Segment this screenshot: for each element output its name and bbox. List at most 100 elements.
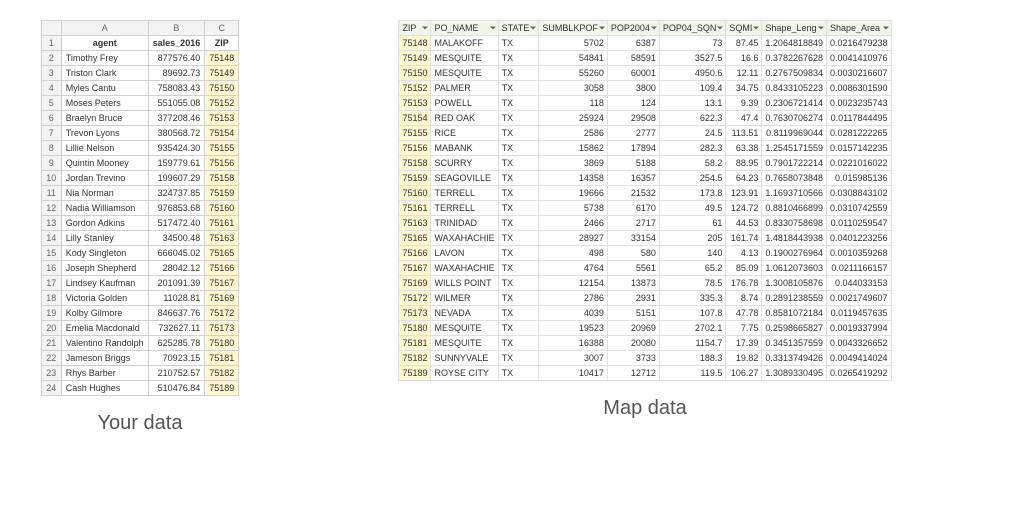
sales-cell: 846637.76	[148, 306, 205, 321]
sales-cell: 324737.85	[148, 186, 205, 201]
column-header[interactable]: SQMI	[726, 21, 762, 36]
pop2004-cell: 16357	[607, 171, 659, 186]
shape-leng-cell: 1.2064818849	[762, 36, 827, 51]
dropdown-icon[interactable]	[490, 27, 496, 30]
zip-cell: 75173	[399, 306, 431, 321]
state-cell: TX	[498, 336, 539, 351]
agent-cell: Triston Clark	[61, 66, 148, 81]
dropdown-icon[interactable]	[753, 27, 759, 30]
shape-area-cell: 0.0086301590	[826, 81, 891, 96]
zip-cell: 75163	[205, 231, 239, 246]
zip-cell: 75161	[399, 201, 431, 216]
sqmi-cell: 88.95	[726, 156, 762, 171]
zip-cell: 75148	[205, 51, 239, 66]
agent-cell: Timothy Frey	[61, 51, 148, 66]
shape-area-cell: 0.0023235743	[826, 96, 891, 111]
column-header[interactable]: POP04_SQN	[659, 21, 726, 36]
dropdown-icon[interactable]	[883, 27, 889, 30]
zip-cell: 75173	[205, 321, 239, 336]
po-name-cell: MALAKOFF	[431, 36, 498, 51]
zip-cell: 75180	[399, 321, 431, 336]
shape-leng-cell: 0.7658073848	[762, 171, 827, 186]
pop2004-cell: 33154	[607, 231, 659, 246]
zip-cell: 75159	[399, 171, 431, 186]
pop04sqn-cell: 2702.1	[659, 321, 726, 336]
state-cell: TX	[498, 306, 539, 321]
dropdown-icon[interactable]	[530, 27, 536, 30]
shape-leng-cell: 0.2306721414	[762, 96, 827, 111]
shape-leng-cell: 1.3089330495	[762, 366, 827, 381]
row-number: 19	[41, 306, 61, 321]
table-row: 17Lindsey Kaufman201091.3975167	[41, 276, 239, 291]
sumblkpof-cell: 12154	[539, 276, 608, 291]
po-name-cell: PALMER	[431, 81, 498, 96]
state-cell: TX	[498, 321, 539, 336]
agent-cell: Kody Singleton	[61, 246, 148, 261]
shape-area-cell: 0.0211166157	[826, 261, 891, 276]
pop04sqn-cell: 109.4	[659, 81, 726, 96]
zip-cell: 75165	[399, 231, 431, 246]
dropdown-icon[interactable]	[651, 27, 657, 30]
sales-cell: 976853.68	[148, 201, 205, 216]
pop04sqn-cell: 622.3	[659, 111, 726, 126]
shape-leng-cell: 0.8810466899	[762, 201, 827, 216]
column-header[interactable]: PO_NAME	[431, 21, 498, 36]
header-agent: agent	[61, 36, 148, 51]
row-number: 24	[41, 381, 61, 396]
pop2004-cell: 58591	[607, 51, 659, 66]
table-row: 75169WILLS POINTTX121541387378.5176.781.…	[399, 276, 891, 291]
zip-cell: 75180	[205, 336, 239, 351]
zip-cell: 75152	[205, 96, 239, 111]
left-caption: Your data	[98, 412, 183, 435]
zip-cell: 75167	[399, 261, 431, 276]
sales-cell: 510476.84	[148, 381, 205, 396]
table-row: 10Jordan Trevino199607.2975158	[41, 171, 239, 186]
zip-cell: 75153	[205, 111, 239, 126]
agent-cell: Lilly Stanley	[61, 231, 148, 246]
state-cell: TX	[498, 231, 539, 246]
column-header[interactable]: Shape_Area	[826, 21, 891, 36]
row-number: 11	[41, 186, 61, 201]
sumblkpof-cell: 4764	[539, 261, 608, 276]
sqmi-cell: 85.09	[726, 261, 762, 276]
table-row: 2Timothy Frey877576.4075148	[41, 51, 239, 66]
zip-cell: 75169	[399, 276, 431, 291]
table-row: 75153POWELLTX11812413.19.390.23067214140…	[399, 96, 891, 111]
dropdown-icon[interactable]	[717, 27, 723, 30]
sqmi-cell: 176.78	[726, 276, 762, 291]
state-cell: TX	[498, 81, 539, 96]
table-row: 75167WAXAHACHIETX4764556165.285.091.0612…	[399, 261, 891, 276]
po-name-cell: MESQUITE	[431, 321, 498, 336]
dropdown-icon[interactable]	[818, 27, 824, 30]
row-number: 5	[41, 96, 61, 111]
zip-cell: 75160	[399, 186, 431, 201]
row-number: 13	[41, 216, 61, 231]
dropdown-icon[interactable]	[599, 27, 605, 30]
column-header[interactable]: POP2004	[607, 21, 659, 36]
row-number: 14	[41, 231, 61, 246]
po-name-cell: WAXAHACHIE	[431, 261, 498, 276]
shape-leng-cell: 0.2598665827	[762, 321, 827, 336]
state-cell: TX	[498, 216, 539, 231]
column-header[interactable]: SUMBLKPOF	[539, 21, 608, 36]
po-name-cell: TERRELL	[431, 186, 498, 201]
sales-cell: 11028.81	[148, 291, 205, 306]
dropdown-icon[interactable]	[422, 27, 428, 30]
column-header[interactable]: Shape_Leng	[762, 21, 827, 36]
zip-cell: 75154	[399, 111, 431, 126]
table-row: 19Kolby Gilmore846637.7675172	[41, 306, 239, 321]
shape-leng-cell: 1.4818443938	[762, 231, 827, 246]
zip-cell: 75158	[399, 156, 431, 171]
shape-area-cell: 0.0041410976	[826, 51, 891, 66]
column-header[interactable]: ZIP	[399, 21, 431, 36]
column-header[interactable]: STATE	[498, 21, 539, 36]
po-name-cell: POWELL	[431, 96, 498, 111]
row-number: 3	[41, 66, 61, 81]
sales-cell: 380568.72	[148, 126, 205, 141]
sqmi-cell: 4.13	[726, 246, 762, 261]
state-cell: TX	[498, 51, 539, 66]
sumblkpof-cell: 2586	[539, 126, 608, 141]
table-row: 5Moses Peters551055.0875152	[41, 96, 239, 111]
po-name-cell: SCURRY	[431, 156, 498, 171]
state-cell: TX	[498, 111, 539, 126]
